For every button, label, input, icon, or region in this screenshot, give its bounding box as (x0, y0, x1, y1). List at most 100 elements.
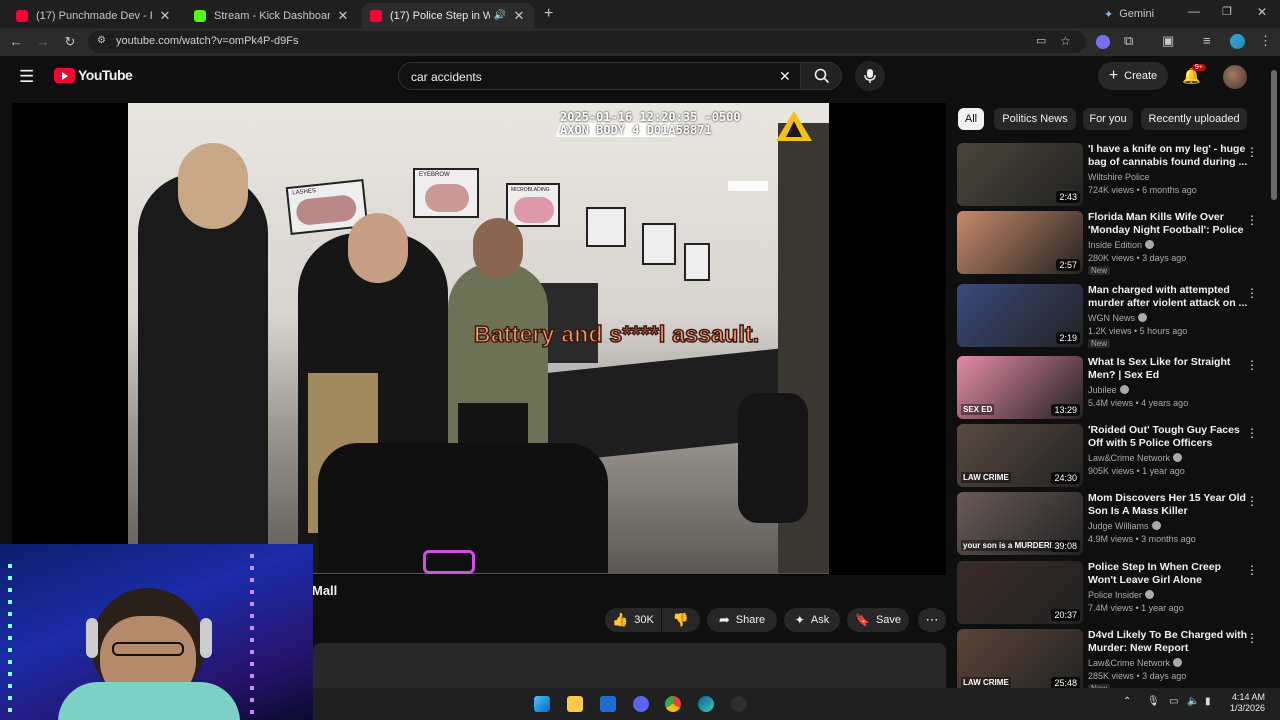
audio-playing-icon[interactable]: 🔊 (494, 10, 506, 21)
tab-police-video[interactable]: (17) Police Step in When Cr 🔊 ✕ (362, 3, 534, 28)
forward-arrow-icon[interactable]: → (35, 34, 51, 50)
video-thumbnail[interactable]: 2:19 (957, 284, 1083, 347)
recommendation-item[interactable]: LAW CRIME 24:30 'Roided Out' Tough Guy Fac… (957, 424, 1262, 488)
more-vertical-icon[interactable]: ⋮ (1246, 213, 1258, 227)
recommendation-item[interactable]: LAW CRIME 25:48 D4vd Likely To Be Charged … (957, 629, 1262, 693)
more-vertical-icon[interactable]: ⋮ (1246, 494, 1258, 508)
video-thumbnail[interactable]: SEX ED 13:29 (957, 356, 1083, 419)
restore-icon[interactable]: ❐ (1222, 5, 1232, 18)
discord-icon[interactable] (633, 696, 649, 712)
close-tab-icon[interactable]: ✕ (336, 8, 350, 24)
channel-name-row[interactable]: Judge Williams (1088, 521, 1161, 531)
more-vertical-icon[interactable]: ⋮ (1246, 358, 1258, 372)
obs-icon[interactable] (731, 696, 747, 712)
scrollbar-thumb[interactable] (1271, 70, 1277, 200)
tray-volume-icon[interactable]: 🔈 (1187, 696, 1199, 707)
video-title[interactable]: 'I have a knife on my leg' - huge bag of… (1088, 143, 1248, 169)
account-avatar[interactable] (1223, 65, 1247, 89)
back-arrow-icon[interactable]: ← (8, 34, 24, 50)
extensions-puzzle-icon[interactable]: ⧉ (1124, 33, 1133, 49)
save-button[interactable]: 🔖 Save (847, 608, 909, 632)
more-actions-button[interactable]: ⋯ (918, 608, 946, 632)
more-vertical-icon[interactable]: ⋮ (1246, 286, 1258, 300)
windows-start-icon[interactable] (534, 696, 550, 712)
video-title[interactable]: Man charged with attempted murder after … (1088, 284, 1248, 310)
chip-recently-uploaded[interactable]: Recently uploaded (1141, 108, 1247, 130)
video-player[interactable]: LASHES EYEBROW MICROBLADING 2025-01-16 1… (12, 103, 946, 575)
like-button[interactable]: 👍 30K (605, 608, 661, 632)
page-scrollbar[interactable] (1270, 62, 1278, 688)
file-explorer-icon[interactable] (567, 696, 583, 712)
reload-icon[interactable]: ↻ (62, 34, 78, 50)
clear-search-icon[interactable]: ✕ (779, 68, 791, 85)
chip-politics-news[interactable]: Politics News (994, 108, 1076, 130)
video-thumbnail[interactable]: LAW CRIME 24:30 (957, 424, 1083, 487)
video-title[interactable]: Mom Discovers Her 15 Year Old Son Is A M… (1088, 492, 1248, 518)
recommendation-item[interactable]: SEX ED 13:29 What Is Sex Like for Straight… (957, 356, 1262, 420)
channel-name-row[interactable]: Inside Edition (1088, 240, 1155, 250)
channel-name-row[interactable]: Police Insider (1088, 590, 1155, 600)
edge-icon[interactable] (698, 696, 714, 712)
tab-kick-dashboard[interactable]: Stream - Kick Dashboard ✕ (186, 3, 358, 28)
video-thumbnail[interactable]: 2:43 (957, 143, 1083, 206)
tray-network-icon[interactable]: ▭ (1169, 696, 1178, 707)
youtube-logo[interactable]: YouTube (54, 67, 133, 83)
hamburger-menu-icon[interactable]: ☰ (19, 67, 34, 87)
split-view-icon[interactable]: ▣ (1162, 33, 1174, 49)
chrome-icon[interactable] (665, 696, 681, 712)
channel-name-row[interactable]: Wiltshire Police (1088, 172, 1150, 182)
more-vertical-icon[interactable]: ⋮ (1246, 563, 1258, 577)
video-title[interactable]: D4vd Likely To Be Charged with Murder: N… (1088, 629, 1248, 655)
video-thumbnail[interactable]: 2:57 (957, 211, 1083, 274)
more-vertical-icon[interactable]: ⋮ (1246, 631, 1258, 645)
more-vertical-icon[interactable]: ⋮ (1246, 426, 1258, 440)
channel-name-row[interactable]: WGN News (1088, 313, 1147, 323)
address-bar[interactable]: ⚙ youtube.com/watch?v=omPk4P-d9Fs ▭ ☆ (88, 31, 1086, 53)
taskbar-clock[interactable]: 4:14 AM 1/3/2026 (1225, 692, 1265, 714)
ask-button[interactable]: ✦ Ask (784, 608, 840, 632)
notifications-button[interactable]: 🔔 9+ (1182, 64, 1206, 87)
chip-all[interactable]: All (958, 108, 984, 130)
search-button[interactable] (800, 62, 842, 90)
gemini-button[interactable]: ✦ Gemini (1104, 6, 1154, 22)
recommendation-item[interactable]: your son is a MURDERER 39:08 Mom Discovers… (957, 492, 1262, 556)
profile-avatar-icon[interactable] (1230, 34, 1245, 49)
dislike-button[interactable]: 👎 (662, 608, 700, 632)
search-input[interactable]: car accidents ✕ (398, 62, 802, 90)
channel-name-row[interactable]: Jubilee (1088, 385, 1129, 395)
new-tab-button[interactable]: + (544, 5, 553, 23)
extension-icon[interactable] (1096, 35, 1110, 49)
video-thumbnail[interactable]: LAW CRIME 25:48 (957, 629, 1083, 692)
minimize-icon[interactable]: — (1188, 4, 1200, 18)
video-title[interactable]: What Is Sex Like for Straight Men? | Sex… (1088, 356, 1248, 382)
more-vertical-icon[interactable]: ⋮ (1246, 145, 1258, 159)
video-thumbnail[interactable]: your son is a MURDERER 39:08 (957, 492, 1083, 555)
recommendation-item[interactable]: 20:37 Police Step In When Creep Won't Lea… (957, 561, 1262, 625)
recommendation-item[interactable]: 2:43 'I have a knife on my leg' - huge ba… (957, 143, 1262, 207)
recommendation-item[interactable]: 2:57 Florida Man Kills Wife Over 'Monday … (957, 211, 1262, 275)
cast-icon[interactable]: ▭ (1036, 34, 1046, 47)
create-button[interactable]: + Create (1098, 62, 1168, 90)
description-box[interactable] (313, 643, 946, 688)
chip-for-you[interactable]: For you (1083, 108, 1133, 130)
tab-punchmade[interactable]: (17) Punchmade Dev - Financi ✕ (8, 3, 180, 28)
media-controls-icon[interactable]: ≡ (1203, 33, 1211, 48)
site-info-icon[interactable]: ⚙ (97, 35, 106, 46)
video-title[interactable]: Police Step In When Creep Won't Leave Gi… (1088, 561, 1248, 587)
close-tab-icon[interactable]: ✕ (158, 8, 172, 24)
channel-name-row[interactable]: Law&Crime Network (1088, 453, 1183, 463)
close-window-icon[interactable]: ✕ (1257, 5, 1267, 19)
bookmark-star-icon[interactable]: ☆ (1060, 34, 1071, 48)
tray-mic-icon[interactable]: 🎙 (1147, 696, 1160, 707)
tray-chevron-icon[interactable]: ⌃ (1123, 696, 1131, 707)
microsoft-store-icon[interactable] (600, 696, 616, 712)
recommendation-item[interactable]: 2:19 Man charged with attempted murder af… (957, 284, 1262, 348)
video-title[interactable]: 'Roided Out' Tough Guy Faces Off with 5 … (1088, 424, 1248, 450)
share-button[interactable]: ➦ Share (707, 608, 777, 632)
channel-name-row[interactable]: Law&Crime Network (1088, 658, 1183, 668)
close-tab-icon[interactable]: ✕ (512, 8, 526, 24)
voice-search-button[interactable] (855, 61, 885, 91)
video-thumbnail[interactable]: 20:37 (957, 561, 1083, 624)
tray-battery-icon[interactable]: ▮ (1205, 696, 1211, 707)
browser-menu-icon[interactable]: ⋮ (1259, 33, 1272, 49)
